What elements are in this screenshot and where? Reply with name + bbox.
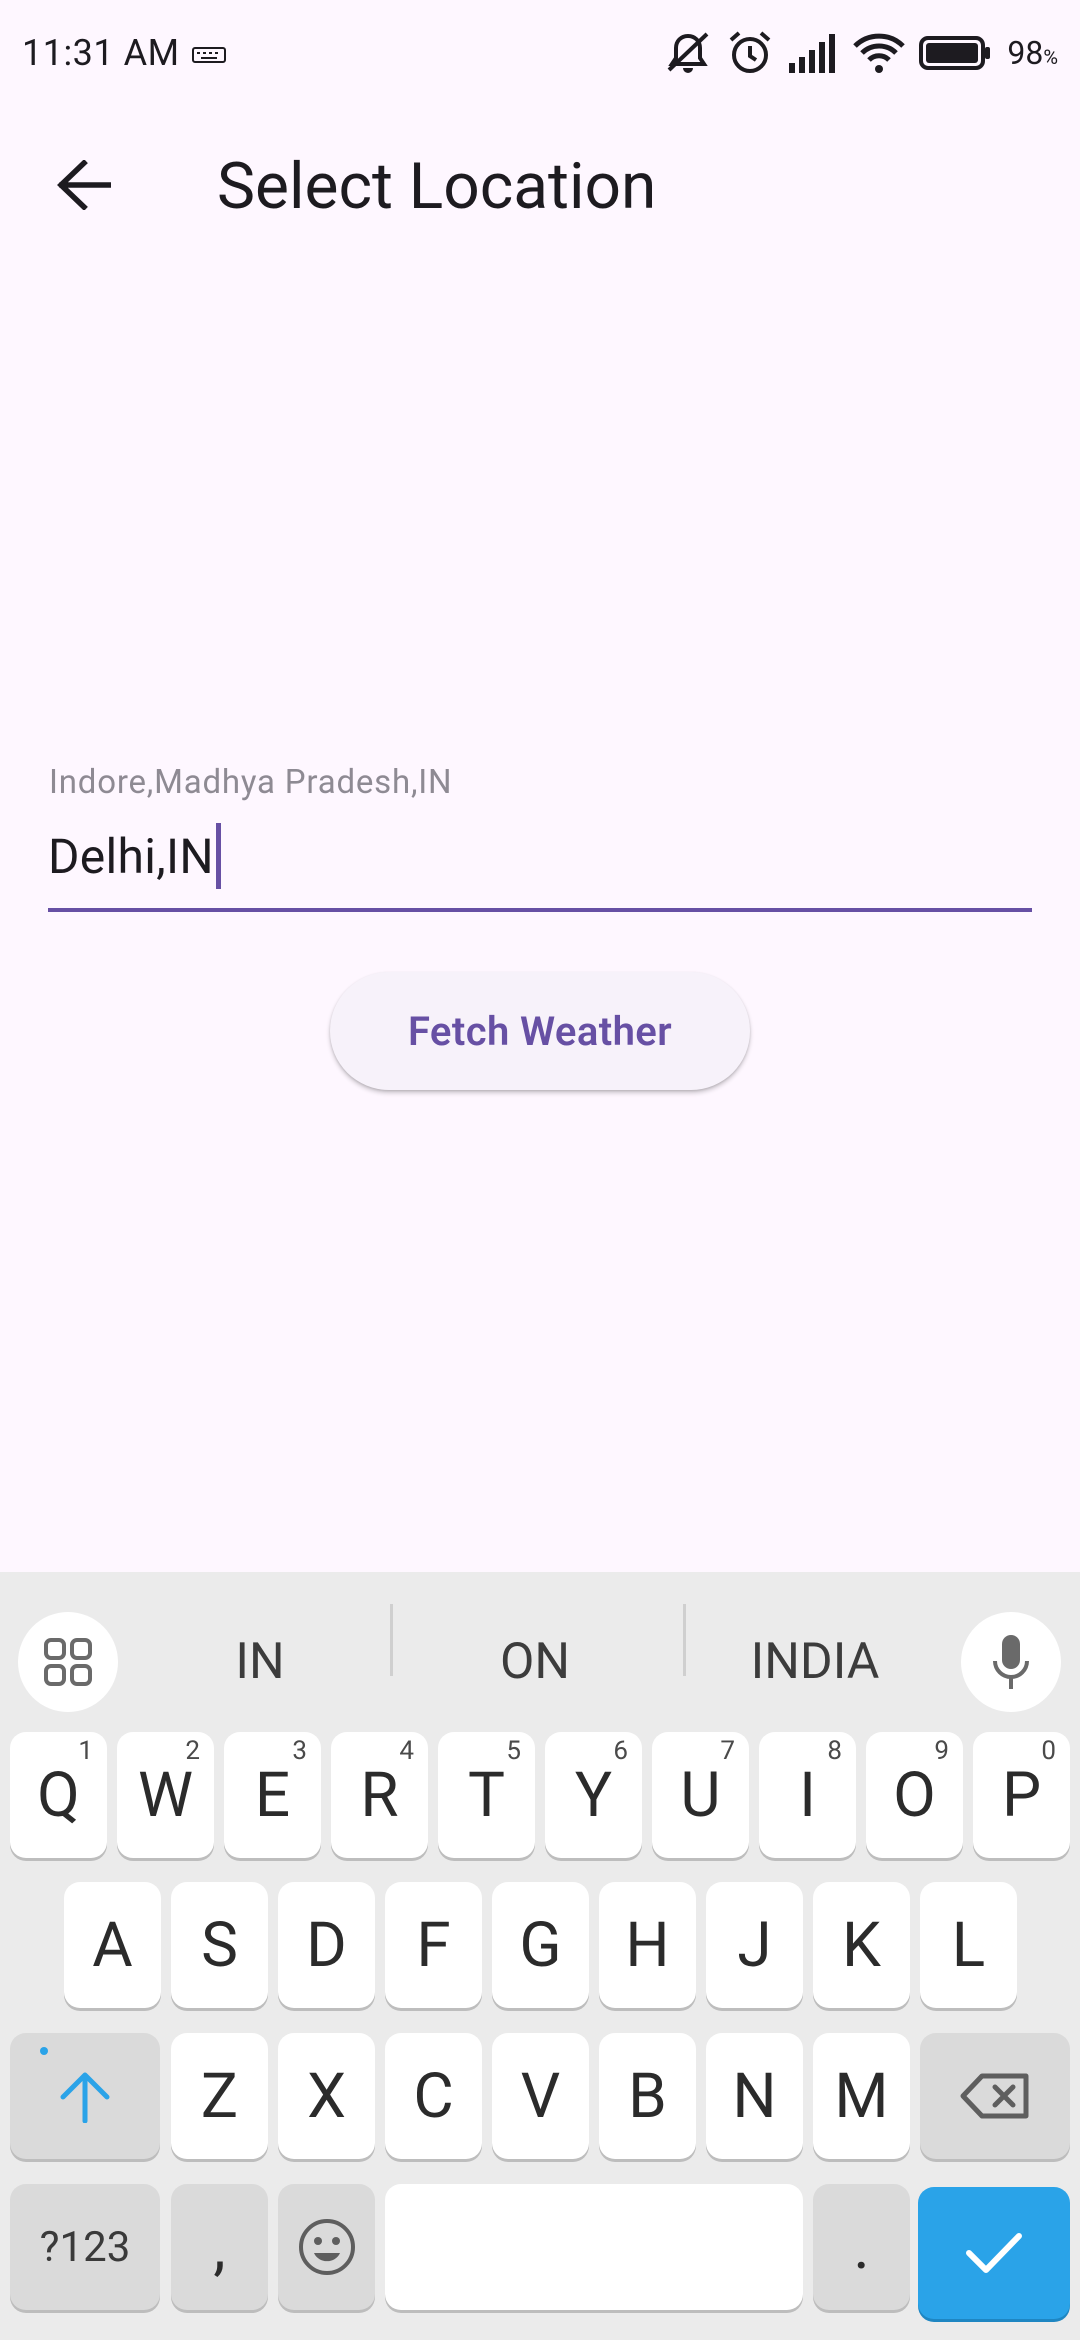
key-j[interactable]: J <box>706 1882 803 2008</box>
key-hint: 5 <box>506 1736 521 1766</box>
keyboard-icon <box>191 46 226 63</box>
key-r[interactable]: R4 <box>331 1732 428 1858</box>
key-s[interactable]: S <box>171 1882 268 2008</box>
key-x[interactable]: X <box>278 2033 375 2159</box>
suggestion-divider <box>683 1604 686 1676</box>
key-label: O <box>893 1758 936 1832</box>
space-bar[interactable] <box>385 2184 803 2310</box>
key-a[interactable]: A <box>64 1882 161 2008</box>
shift-arrow-icon <box>60 2072 110 2123</box>
page-title: Select Location <box>217 149 657 224</box>
mute-icon <box>667 32 709 73</box>
key-z[interactable]: Z <box>171 2033 268 2159</box>
status-icons: 98% <box>663 30 1058 76</box>
key-hint: 6 <box>613 1736 628 1766</box>
voice-input-button[interactable] <box>961 1612 1061 1712</box>
key-c[interactable]: C <box>385 2033 482 2159</box>
key-i[interactable]: I8 <box>759 1732 856 1858</box>
key-label: E <box>254 1758 291 1832</box>
suggestion-bar: IN ON INDIA <box>0 1572 1080 1712</box>
checkmark-icon <box>966 2233 1022 2273</box>
key-hint: 3 <box>292 1736 307 1766</box>
key-v[interactable]: V <box>492 2033 589 2159</box>
emoji-icon <box>298 2219 355 2275</box>
microphone-icon <box>993 1635 1029 1689</box>
battery-icon <box>919 35 991 70</box>
backspace-key[interactable] <box>920 2033 1070 2159</box>
status-bar: 11:31 AM 98% <box>0 0 1080 105</box>
key-g[interactable]: G <box>492 1882 589 2008</box>
key-b[interactable]: B <box>599 2033 696 2159</box>
symbols-key[interactable]: ?123 <box>10 2184 160 2310</box>
key-hint: 2 <box>185 1736 200 1766</box>
suggestion-2[interactable]: ON <box>410 1612 660 1712</box>
back-button[interactable] <box>36 137 132 233</box>
key-hint: 4 <box>399 1736 414 1766</box>
key-h[interactable]: H <box>599 1882 696 2008</box>
key-hint: 1 <box>78 1736 93 1766</box>
key-label: U <box>680 1758 721 1832</box>
enter-key[interactable] <box>918 2187 1070 2319</box>
key-label: I <box>799 1758 816 1832</box>
grid-icon <box>44 1638 92 1686</box>
key-w[interactable]: W2 <box>117 1732 214 1858</box>
key-d[interactable]: D <box>278 1882 375 2008</box>
key-n[interactable]: N <box>706 2033 803 2159</box>
key-e[interactable]: E3 <box>224 1732 321 1858</box>
key-label: Q <box>37 1758 80 1832</box>
key-hint: 0 <box>1041 1736 1056 1766</box>
suggestion-divider <box>390 1604 393 1676</box>
emoji-key[interactable] <box>278 2184 375 2310</box>
key-label: Y <box>574 1758 613 1832</box>
location-field-value-row[interactable]: Delhi,IN <box>48 820 221 892</box>
text-cursor <box>215 823 221 889</box>
key-y[interactable]: Y6 <box>545 1732 642 1858</box>
key-p[interactable]: P0 <box>973 1732 1070 1858</box>
key-u[interactable]: U7 <box>652 1732 749 1858</box>
key-q[interactable]: Q1 <box>10 1732 107 1858</box>
key-hint: 8 <box>827 1736 842 1766</box>
alarm-icon <box>730 30 771 73</box>
location-field-label: Indore,Madhya Pradesh,IN <box>49 763 453 802</box>
comma-key[interactable]: , <box>171 2184 268 2310</box>
keyboard-menu-button[interactable] <box>18 1612 118 1712</box>
soft-keyboard: IN ON INDIA Q1 W2 E3 R4 T5 Y6 U7 I8 O9 P… <box>0 1572 1080 2340</box>
status-time: 11:31 AM <box>22 31 180 74</box>
key-l[interactable]: L <box>920 1882 1017 2008</box>
period-key[interactable]: . <box>813 2184 910 2310</box>
key-label: W <box>137 1758 193 1832</box>
app-bar: Select Location <box>0 105 1080 273</box>
battery-percent: 98% <box>1007 33 1058 72</box>
wifi-icon <box>853 33 906 73</box>
suggestion-3[interactable]: INDIA <box>690 1612 940 1712</box>
arrow-back-icon <box>57 160 111 210</box>
backspace-icon <box>960 2073 1029 2119</box>
suggestion-1[interactable]: IN <box>135 1612 385 1712</box>
key-f[interactable]: F <box>385 1882 482 2008</box>
key-label: R <box>360 1758 399 1832</box>
shift-key[interactable] <box>10 2033 160 2159</box>
key-hint: 7 <box>720 1736 735 1766</box>
caps-indicator-dot <box>40 2047 48 2055</box>
key-o[interactable]: O9 <box>866 1732 963 1858</box>
key-label: T <box>468 1758 505 1832</box>
signal-icon <box>789 33 836 73</box>
key-m[interactable]: M <box>813 2033 910 2159</box>
fetch-weather-button[interactable]: Fetch Weather <box>330 972 750 1090</box>
key-hint: 9 <box>934 1736 949 1766</box>
location-input[interactable]: Indore,Madhya Pradesh,IN Delhi,IN <box>48 760 1032 912</box>
key-t[interactable]: T5 <box>438 1732 535 1858</box>
location-field-value[interactable]: Delhi,IN <box>48 828 214 885</box>
key-label: P <box>1001 1758 1042 1832</box>
key-k[interactable]: K <box>813 1882 910 2008</box>
field-underline <box>48 908 1032 912</box>
